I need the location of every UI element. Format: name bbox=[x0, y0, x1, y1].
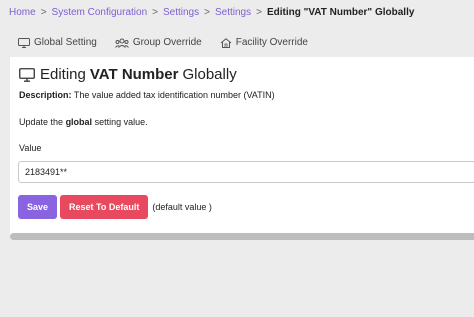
description: Description: The value added tax identif… bbox=[19, 90, 275, 100]
group-icon bbox=[114, 38, 129, 48]
form-actions: Save Reset To Default (default value ) bbox=[18, 195, 212, 219]
home-icon bbox=[220, 37, 232, 48]
update-instructions: Update the global setting value. bbox=[19, 117, 148, 127]
breadcrumb-separator: > bbox=[204, 7, 210, 18]
breadcrumb-current: Editing "VAT Number" Globally bbox=[266, 7, 415, 18]
update-scope: global bbox=[65, 117, 93, 127]
page-title: Editing VAT Number Globally bbox=[19, 66, 237, 84]
description-label: Description: bbox=[19, 90, 72, 100]
save-button[interactable]: Save bbox=[18, 195, 58, 219]
tab-facility-override[interactable]: Facility Override bbox=[220, 37, 308, 48]
tab-global-setting[interactable]: Global Setting bbox=[18, 37, 97, 48]
breadcrumb-separator: > bbox=[40, 7, 47, 18]
value-input[interactable] bbox=[18, 161, 474, 183]
monitor-icon bbox=[18, 37, 30, 48]
default-value-note: (default value ) bbox=[152, 202, 212, 212]
tab-group-override-label: Group Override bbox=[132, 37, 202, 48]
update-prefix: Update the bbox=[19, 117, 64, 127]
update-suffix: setting value. bbox=[94, 117, 148, 127]
tab-bar: Global Setting Group Override Facility O… bbox=[18, 37, 326, 48]
reset-to-default-button[interactable]: Reset To Default bbox=[60, 195, 149, 219]
value-label: Value bbox=[19, 143, 42, 153]
horizontal-scrollbar[interactable] bbox=[10, 233, 474, 240]
tab-global-setting-label: Global Setting bbox=[34, 37, 97, 48]
breadcrumb-home[interactable]: Home bbox=[9, 7, 36, 18]
edit-setting-panel: Editing VAT Number Globally Description: T… bbox=[10, 57, 474, 237]
breadcrumb: Home > System Configuration > Settings > Setti… bbox=[9, 7, 414, 19]
title-prefix: Editing bbox=[40, 66, 86, 83]
breadcrumb-separator: > bbox=[152, 7, 158, 18]
tab-group-override[interactable]: Group Override bbox=[114, 37, 202, 48]
monitor-icon bbox=[19, 68, 35, 82]
tab-facility-override-label: Facility Override bbox=[235, 37, 308, 48]
title-suffix: Globally bbox=[182, 66, 237, 83]
breadcrumb-separator: > bbox=[256, 7, 262, 18]
title-setting-name: VAT Number bbox=[89, 66, 179, 83]
breadcrumb-settings-sub[interactable]: Settings bbox=[215, 7, 251, 18]
breadcrumb-system-configuration[interactable]: System Configuration bbox=[52, 7, 148, 18]
description-text: The value added tax identification numbe… bbox=[73, 90, 275, 100]
breadcrumb-settings[interactable]: Settings bbox=[163, 7, 199, 18]
